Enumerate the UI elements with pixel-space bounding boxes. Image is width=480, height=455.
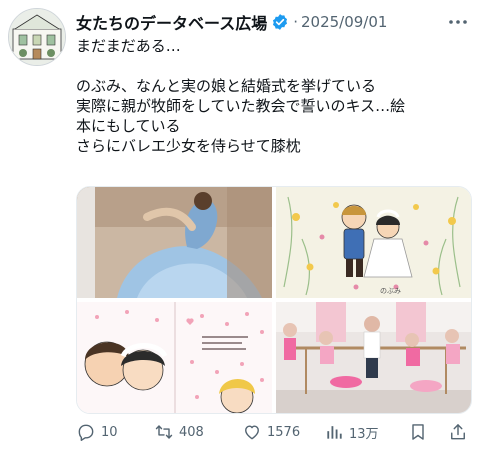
retweet-count: 408 bbox=[179, 424, 204, 440]
like-count: 1576 bbox=[267, 424, 301, 440]
author-name[interactable]: 女たちのデータベース広場 bbox=[76, 10, 267, 34]
tweet-text-line: 本にもしている bbox=[76, 117, 181, 135]
tweet-text-line: まだまだある… bbox=[76, 37, 181, 55]
photo-picture-book bbox=[77, 302, 272, 413]
views-icon bbox=[327, 426, 342, 439]
media-grid: のぶみ bbox=[76, 186, 472, 414]
tweet-header: 女たちのデータベース広場 · 2025/09/01 bbox=[76, 10, 470, 34]
bookmark-button[interactable] bbox=[408, 420, 428, 444]
tweet-text: まだまだある… のぶみ、なんと実の娘と結婚式を挙げている 実際に親が牧師をしてい… bbox=[76, 36, 472, 156]
tweet-text-line: 実際に親が牧師をしていた教会で誓いのキス…絵 bbox=[76, 97, 406, 115]
more-icon[interactable] bbox=[446, 10, 470, 34]
tweet-text-line: さらにバレエ少女を侍らせて膝枕 bbox=[76, 137, 301, 155]
action-bar: 10 408 1576 13万 bbox=[76, 420, 472, 444]
views-count: 13万 bbox=[349, 426, 379, 442]
bookmark-icon bbox=[412, 424, 424, 440]
tweet-text-line: のぶみ、なんと実の娘と結婚式を挙げている bbox=[76, 77, 377, 95]
photo-wedding-illustration: のぶみ bbox=[276, 187, 471, 298]
share-icon bbox=[451, 424, 465, 440]
verified-badge-icon bbox=[273, 14, 288, 30]
media-photo-3[interactable] bbox=[77, 302, 272, 413]
media-photo-2[interactable]: のぶみ bbox=[276, 187, 471, 298]
photo-ballet-class bbox=[276, 302, 471, 413]
photo-dress-image bbox=[77, 187, 272, 298]
retweet-icon bbox=[155, 425, 173, 439]
reply-count: 10 bbox=[101, 424, 118, 440]
heart-icon bbox=[245, 425, 259, 440]
views-button[interactable]: 13万 bbox=[324, 420, 379, 444]
share-button[interactable] bbox=[448, 420, 468, 444]
reply-button[interactable]: 10 bbox=[76, 420, 118, 444]
like-button[interactable]: 1576 bbox=[242, 420, 300, 444]
post-date[interactable]: 2025/09/01 bbox=[301, 13, 387, 31]
tweet: 女たちのデータベース広場 · 2025/09/01 まだまだある… のぶみ、なん… bbox=[0, 0, 480, 455]
reply-icon bbox=[78, 424, 94, 441]
separator: · bbox=[293, 13, 298, 31]
avatar[interactable] bbox=[8, 8, 66, 66]
retweet-button[interactable]: 408 bbox=[154, 420, 204, 444]
illustration-caption: のぶみ bbox=[380, 287, 401, 295]
media-photo-1[interactable] bbox=[77, 187, 272, 298]
media-photo-4[interactable] bbox=[276, 302, 471, 413]
avatar-illustration bbox=[9, 9, 65, 65]
